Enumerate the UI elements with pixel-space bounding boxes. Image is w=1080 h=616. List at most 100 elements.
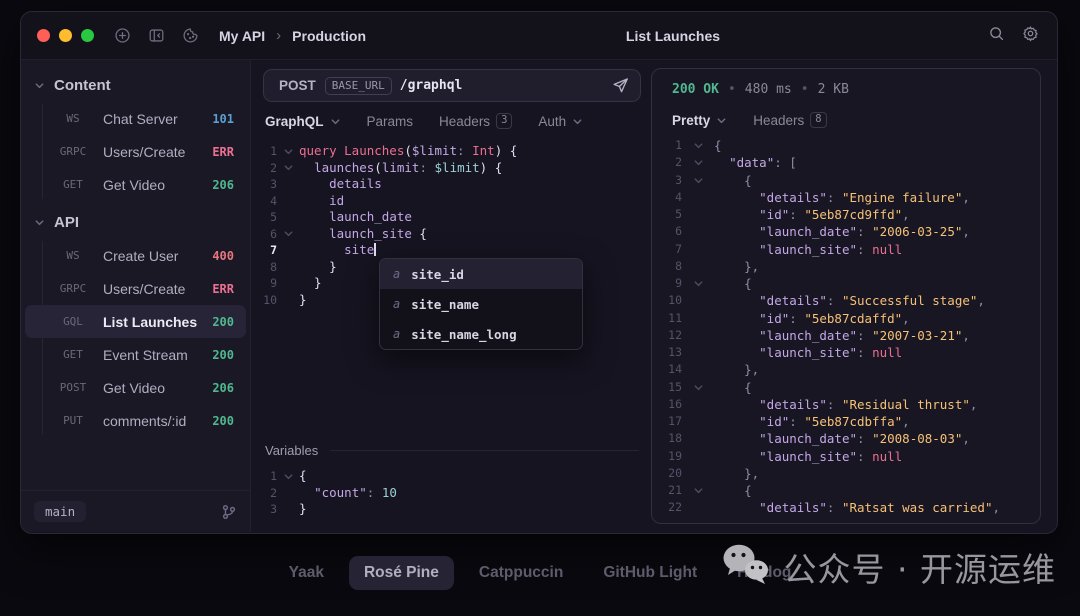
fold-chevron-icon[interactable] — [682, 154, 714, 171]
code-line: 2 "data": [ — [652, 154, 1040, 171]
code-text: "details": "Residual thrust", — [714, 396, 1040, 413]
fold-gutter — [682, 361, 714, 378]
request-method-label: POST — [49, 381, 97, 394]
tab-auth[interactable]: Auth — [538, 114, 583, 129]
line-number: 9 — [652, 275, 682, 292]
line-number: 3 — [251, 501, 277, 518]
fold-gutter — [682, 499, 714, 516]
url-bar[interactable]: POST BASE_URL /graphql — [263, 69, 641, 102]
sidebar-section: ContentWSChat Server101GRPCUsers/CreateE… — [21, 70, 250, 207]
theme-item-yaak[interactable]: Yaak — [274, 556, 339, 590]
code-text: site — [299, 242, 651, 259]
environment-button[interactable]: Production — [292, 28, 366, 44]
code-text: "data": [ — [714, 154, 1040, 171]
tab-pretty[interactable]: Pretty — [672, 113, 727, 128]
tab-headers[interactable]: Headers8 — [753, 112, 826, 128]
watermark-text: 公众号 · 开源运维 — [784, 543, 1056, 591]
line-number: 11 — [652, 310, 682, 327]
add-icon[interactable] — [114, 27, 131, 44]
tab-params[interactable]: Params — [367, 114, 414, 129]
fold-chevron-icon[interactable] — [277, 143, 299, 160]
fold-gutter — [682, 206, 714, 223]
line-number: 2 — [251, 160, 277, 177]
code-line: 11 "id": "5eb87cdaffd", — [652, 310, 1040, 327]
line-number: 8 — [251, 259, 277, 276]
request-path: /graphql — [400, 78, 463, 93]
code-line: 18 "launch_date": "2008-08-03", — [652, 430, 1040, 447]
fold-chevron-icon[interactable] — [682, 275, 714, 292]
sidebar-section: APIWSCreate User400GRPCUsers/CreateERRGQ… — [21, 207, 250, 443]
minimize-window-button[interactable] — [59, 29, 72, 42]
fold-chevron-icon[interactable] — [682, 379, 714, 396]
send-request-button[interactable] — [611, 76, 630, 95]
fold-chevron-icon[interactable] — [277, 468, 299, 485]
theme-item-ros-pine[interactable]: Rosé Pine — [349, 556, 454, 590]
git-branch-icon[interactable] — [221, 504, 237, 520]
code-line: 3 details — [251, 176, 651, 193]
code-text: launch_site { — [299, 226, 651, 243]
gear-icon[interactable] — [1022, 25, 1039, 47]
fold-chevron-icon[interactable] — [277, 160, 299, 177]
sidebar-item-users-create[interactable]: GRPCUsers/CreateERR — [25, 135, 246, 168]
line-number: 5 — [652, 206, 682, 223]
code-line: 15 { — [652, 379, 1040, 396]
request-method-label: GET — [49, 348, 97, 361]
chevron-down-icon — [716, 115, 727, 126]
status-badge: ERR — [212, 145, 234, 159]
toggle-sidebar-icon[interactable] — [148, 27, 165, 44]
autocomplete-dropdown: asite_idasite_nameasite_name_long — [379, 258, 583, 350]
tab-count-badge: 8 — [810, 112, 826, 128]
fold-chevron-icon[interactable] — [277, 226, 299, 243]
zoom-window-button[interactable] — [81, 29, 94, 42]
code-text: }, — [714, 465, 1040, 482]
code-line: 10 "details": "Successful stage", — [652, 292, 1040, 309]
fold-chevron-icon[interactable] — [682, 137, 714, 154]
sidebar-section-header-content[interactable]: Content — [21, 70, 250, 100]
request-method-label: GQL — [49, 315, 97, 328]
status-separator: • — [801, 82, 809, 97]
close-window-button[interactable] — [37, 29, 50, 42]
response-body-viewer[interactable]: 1{2 "data": [3 {4 "details": "Engine fai… — [652, 137, 1040, 517]
sidebar-item-users-create[interactable]: GRPCUsers/CreateERR — [25, 272, 246, 305]
code-text: { — [714, 482, 1040, 499]
request-name: Get Video — [103, 177, 212, 193]
fold-chevron-icon[interactable] — [682, 482, 714, 499]
sidebar-item-get-video[interactable]: POSTGet Video206 — [25, 371, 246, 404]
sidebar-item-comments-id[interactable]: PUTcomments/:id200 — [25, 404, 246, 437]
tab-headers[interactable]: Headers3 — [439, 113, 512, 129]
traffic-lights — [37, 29, 94, 42]
autocomplete-item-site-id[interactable]: asite_id — [380, 259, 582, 289]
git-branch-selector[interactable]: main — [34, 501, 86, 522]
fold-chevron-icon[interactable] — [682, 172, 714, 189]
variables-editor[interactable]: 1{2 "count": 103} — [251, 468, 651, 518]
sidebar-item-create-user[interactable]: WSCreate User400 — [25, 239, 246, 272]
fold-gutter — [682, 292, 714, 309]
status-badge: ERR — [212, 282, 234, 296]
request-name: Chat Server — [103, 111, 212, 127]
base-url-variable-chip[interactable]: BASE_URL — [325, 77, 392, 95]
autocomplete-item-site-name[interactable]: asite_name — [380, 289, 582, 319]
fold-gutter — [682, 448, 714, 465]
sidebar-item-list-launches[interactable]: GQLList Launches200 — [25, 305, 246, 338]
chevron-down-icon — [572, 116, 583, 127]
line-number: 10 — [251, 292, 277, 309]
sidebar-item-chat-server[interactable]: WSChat Server101 — [25, 102, 246, 135]
sidebar-item-event-stream[interactable]: GETEvent Stream200 — [25, 338, 246, 371]
response-tabs: Pretty Headers8 — [672, 112, 827, 128]
workspace-button[interactable]: My API — [219, 28, 265, 44]
autocomplete-item-site-name-long[interactable]: asite_name_long — [380, 319, 582, 349]
sidebar-section-header-api[interactable]: API — [21, 207, 250, 237]
tab-label: Auth — [538, 114, 566, 129]
sidebar-footer: main — [21, 490, 250, 532]
tab-label: GraphQL — [265, 114, 324, 129]
search-icon[interactable] — [988, 25, 1005, 47]
sidebar-item-get-video[interactable]: GETGet Video206 — [25, 168, 246, 201]
tab-graphql[interactable]: GraphQL — [265, 114, 341, 129]
code-line: 14 }, — [652, 361, 1040, 378]
theme-item-catppuccin[interactable]: Catppuccin — [464, 556, 578, 590]
theme-item-github-light[interactable]: GitHub Light — [588, 556, 712, 590]
code-line: 4 "details": "Engine failure", — [652, 189, 1040, 206]
response-size: 2 KB — [818, 82, 849, 97]
cookie-icon[interactable] — [182, 27, 199, 44]
request-name: Event Stream — [103, 347, 212, 363]
